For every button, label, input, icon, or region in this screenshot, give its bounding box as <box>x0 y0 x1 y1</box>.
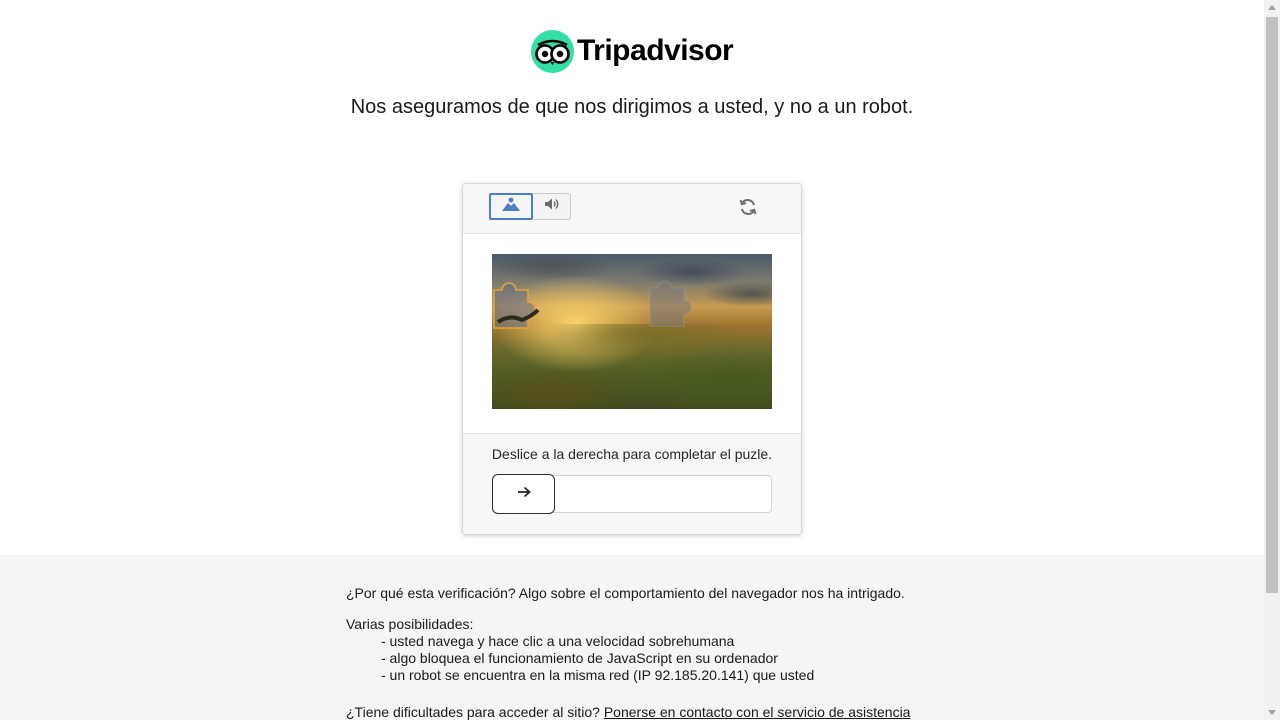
possibility-item: - usted navega y hace clic a una velocid… <box>381 633 735 649</box>
image-challenge-button[interactable] <box>489 193 533 220</box>
page: Tripadvisor Nos aseguramos de que nos di… <box>0 0 1264 720</box>
scrollbar-thumb[interactable] <box>1266 17 1278 593</box>
puzzle-image <box>492 254 772 409</box>
support-contact-link[interactable]: Ponerse en contacto con el servicio de a… <box>604 704 911 720</box>
scroll-up-arrow-icon[interactable] <box>1264 0 1280 16</box>
puzzle-piece[interactable] <box>492 270 554 332</box>
possibilities-title: Varias posibilidades: <box>346 616 474 632</box>
captcha-toolbar <box>463 184 801 234</box>
arrow-right-icon <box>517 485 531 503</box>
slider-handle[interactable] <box>492 474 555 514</box>
brand-name: Tripadvisor <box>577 34 734 67</box>
image-icon <box>502 197 520 216</box>
refresh-button[interactable] <box>737 198 759 220</box>
possibilities-list: - usted navega y hace clic a una velocid… <box>346 633 946 684</box>
why-text: ¿Por qué esta verificación? Algo sobre e… <box>346 585 905 601</box>
possibility-item: - algo bloquea el funcionamiento de Java… <box>381 650 778 666</box>
vertical-scrollbar[interactable] <box>1264 0 1280 720</box>
tripadvisor-logo: Tripadvisor <box>531 29 734 73</box>
captcha-footer: Deslice a la derecha para completar el p… <box>463 434 801 534</box>
page-headline: Nos aseguramos de que nos dirigimos a us… <box>350 96 914 118</box>
captcha-body <box>463 234 801 434</box>
owl-logo-icon <box>531 29 574 73</box>
info-content: ¿Por qué esta verificación? Algo sobre e… <box>346 585 946 721</box>
speaker-icon <box>544 197 560 216</box>
puzzle-slot <box>644 268 706 330</box>
captcha-widget: Deslice a la derecha para completar el p… <box>462 183 802 535</box>
audio-challenge-button[interactable] <box>533 193 571 220</box>
refresh-icon <box>738 197 758 222</box>
help-prefix: ¿Tiene dificultades para acceder al siti… <box>346 704 600 720</box>
scroll-down-arrow-icon[interactable] <box>1264 704 1280 720</box>
help-text: ¿Tiene dificultades para acceder al siti… <box>346 704 946 721</box>
info-section: ¿Por qué esta verificación? Algo sobre e… <box>0 555 1264 720</box>
slider-instruction: Deslice a la derecha para completar el p… <box>491 446 773 462</box>
image-hills <box>492 324 772 409</box>
possibility-item: - un robot se encuentra en la misma red … <box>381 667 815 683</box>
